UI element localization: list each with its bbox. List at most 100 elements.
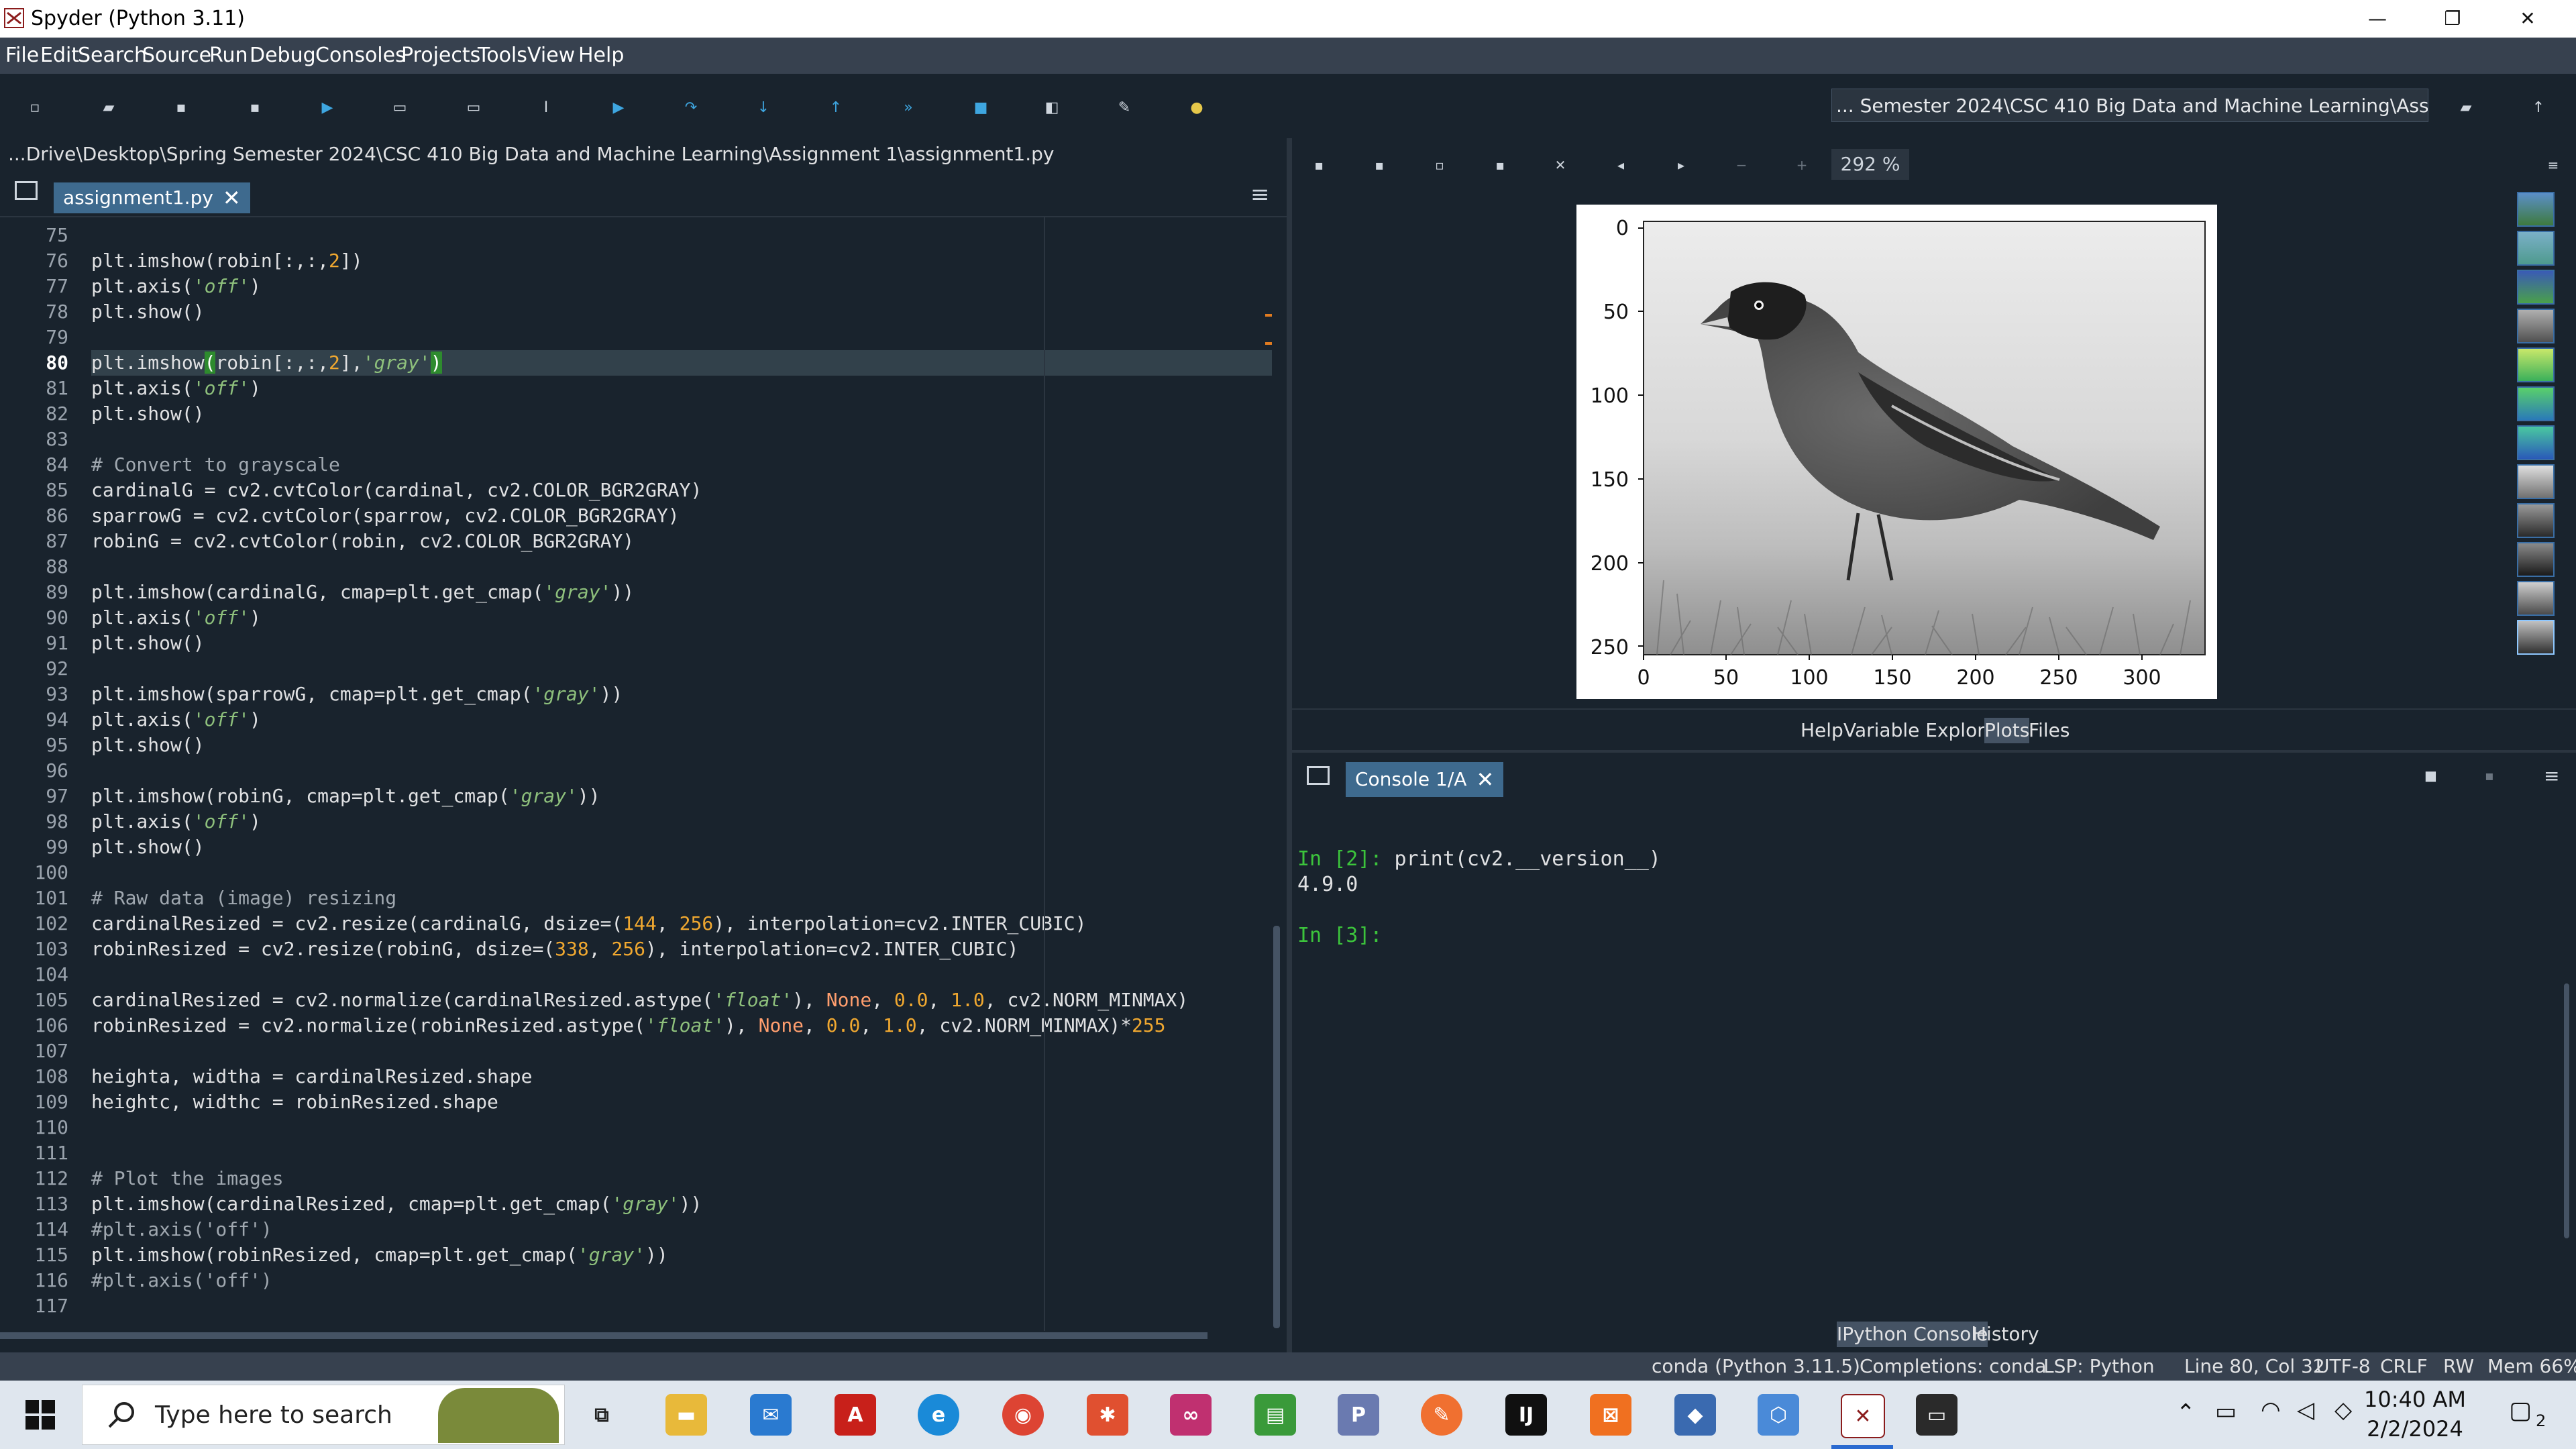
console-tab[interactable]: Console 1/A ✕ — [1346, 762, 1504, 797]
start-button[interactable] — [0, 1381, 80, 1449]
file-explorer-icon[interactable]: ▬ — [665, 1394, 707, 1436]
copy-plot-icon[interactable]: ▫ — [1430, 156, 1449, 174]
spyder-taskbar-icon[interactable]: ✕ — [1841, 1394, 1885, 1438]
editor-vertical-scrollbar[interactable] — [1273, 926, 1280, 1328]
stop-kernel-icon[interactable]: ■ — [2424, 767, 2437, 784]
ipython-console[interactable]: In [2]: print(cv2.__version__) 4.9.0 In … — [1292, 802, 2576, 1319]
code-line[interactable]: plt.show() — [91, 401, 1272, 427]
code-line[interactable]: plt.imshow(robinG, cmap=plt.get_cmap('gr… — [91, 784, 1272, 809]
run-selection-icon[interactable]: I — [533, 94, 559, 121]
preferences-wrench-icon[interactable]: ✎ — [1111, 94, 1138, 121]
code-line[interactable] — [91, 656, 1272, 682]
chrome-icon[interactable]: ◉ — [1002, 1394, 1044, 1436]
code-line[interactable] — [91, 1293, 1272, 1319]
spreadsheet-icon[interactable]: ▤ — [1254, 1394, 1296, 1436]
code-line[interactable]: cardinalG = cv2.cvtColor(cardinal, cv2.C… — [91, 478, 1272, 503]
zoom-in-icon[interactable]: + — [1792, 156, 1811, 174]
cube-app-icon[interactable]: ⬡ — [1758, 1394, 1799, 1436]
menu-help[interactable]: Help — [578, 43, 624, 68]
editor-options-menu-icon[interactable]: ≡ — [1250, 181, 1270, 208]
menu-edit[interactable]: Edit — [40, 43, 79, 68]
new-file-icon[interactable]: ▫ — [21, 94, 48, 121]
close-tab-icon[interactable]: ✕ — [223, 182, 241, 213]
code-line[interactable]: plt.show() — [91, 835, 1272, 860]
plot-thumbnail-selected[interactable] — [2517, 620, 2555, 655]
intellij-icon[interactable]: IJ — [1505, 1394, 1547, 1436]
browse-console-tabs-icon[interactable] — [1307, 766, 1330, 785]
volume-icon[interactable]: ◁ — [2297, 1397, 2314, 1424]
app-icon[interactable]: ✱ — [1087, 1394, 1128, 1436]
code-line[interactable]: plt.show() — [91, 299, 1272, 325]
plots-options-icon[interactable]: ≡ — [2544, 156, 2563, 174]
pen-app-icon[interactable]: ✎ — [1421, 1394, 1462, 1436]
plot-figure[interactable]: 0 50 100 150 200 250 0 50 100 150 200 25… — [1576, 205, 2217, 699]
code-line[interactable]: plt.imshow(cardinalResized, cmap=plt.get… — [91, 1191, 1272, 1217]
menu-view[interactable]: View — [527, 43, 575, 68]
task-view-icon[interactable]: ⧉ — [581, 1394, 623, 1436]
menu-search[interactable]: Search — [78, 43, 147, 68]
tab-ipython-console[interactable]: IPython Console — [1837, 1322, 1988, 1347]
run-icon[interactable]: ▶ — [314, 94, 341, 121]
editor-tab-assignment1[interactable]: assignment1.py ✕ — [54, 182, 250, 213]
code-line[interactable]: plt.axis('off') — [91, 376, 1272, 401]
close-button[interactable]: ✕ — [2490, 0, 2565, 38]
code-line[interactable]: cardinalResized = cv2.resize(cardinalG, … — [91, 911, 1272, 936]
restore-button[interactable]: ❐ — [2415, 0, 2490, 38]
dropbox-icon[interactable]: ◇ — [2334, 1397, 2352, 1424]
stop-debug-icon[interactable]: ■ — [967, 94, 994, 121]
step-icon[interactable]: ↷ — [678, 94, 704, 121]
pane-splitter[interactable] — [1287, 138, 1292, 1352]
menu-debug[interactable]: Debug — [250, 43, 316, 68]
taskbar-search-box[interactable]: Type here to search — [82, 1385, 565, 1445]
open-file-icon[interactable]: ▰ — [95, 94, 122, 121]
save-all-icon[interactable]: ▪ — [241, 94, 268, 121]
menu-projects[interactable]: Projects — [401, 43, 480, 68]
acrobat-icon[interactable]: A — [835, 1394, 876, 1436]
code-line[interactable]: plt.imshow(sparrowG, cmap=plt.get_cmap('… — [91, 682, 1272, 707]
menu-tools[interactable]: Tools — [478, 43, 527, 68]
code-line[interactable] — [91, 554, 1272, 580]
code-line[interactable]: heightc, widthc = robinResized.shape — [91, 1089, 1272, 1115]
code-line[interactable] — [91, 758, 1272, 784]
minimize-button[interactable]: — — [2340, 0, 2415, 38]
terminal-icon[interactable]: ▭ — [1916, 1394, 1957, 1436]
working-directory-combobox[interactable]: ... Semester 2024\CSC 410 Big Data and M… — [1831, 89, 2428, 122]
next-plot-icon[interactable]: ▸ — [1672, 156, 1690, 174]
taskbar-clock[interactable]: 10:40 AM 2/2/2024 — [2361, 1385, 2469, 1444]
close-console-tab-icon[interactable]: ✕ — [1476, 762, 1494, 797]
interrupt-kernel-icon[interactable]: ▪ — [2485, 767, 2494, 784]
menu-file[interactable]: File — [5, 43, 39, 68]
save-plot-icon[interactable]: ▪ — [1309, 156, 1328, 174]
xampp-icon[interactable]: ⊠ — [1590, 1394, 1631, 1436]
code-line[interactable]: cardinalResized = cv2.normalize(cardinal… — [91, 987, 1272, 1013]
code-line[interactable]: plt.axis('off') — [91, 809, 1272, 835]
browse-directory-icon[interactable]: ▰ — [2453, 94, 2479, 121]
code-line[interactable]: robinResized = cv2.normalize(robinResize… — [91, 1013, 1272, 1038]
code-line[interactable]: plt.show() — [91, 733, 1272, 758]
code-line[interactable] — [91, 325, 1272, 350]
run-cell-icon[interactable]: ▭ — [386, 94, 413, 121]
debug-icon[interactable]: ▶ — [605, 94, 632, 121]
code-line[interactable] — [91, 1038, 1272, 1064]
code-line[interactable]: plt.axis('off') — [91, 707, 1272, 733]
remove-plot-icon[interactable]: ▪ — [1491, 156, 1509, 174]
code-line[interactable]: # Convert to grayscale — [91, 452, 1272, 478]
python-file-icon[interactable]: P — [1338, 1394, 1379, 1436]
code-line[interactable] — [91, 223, 1272, 248]
plot-thumbnail[interactable] — [2517, 231, 2555, 266]
code-line[interactable] — [91, 860, 1272, 885]
maximize-pane-icon[interactable]: ◧ — [1038, 94, 1065, 121]
plot-thumbnail[interactable] — [2517, 347, 2555, 382]
code-line[interactable] — [91, 427, 1272, 452]
code-line[interactable]: #plt.axis('off') — [91, 1268, 1272, 1293]
previous-plot-icon[interactable]: ◂ — [1611, 156, 1630, 174]
code-line[interactable] — [91, 962, 1272, 987]
console-scrollbar[interactable] — [2564, 983, 2569, 1238]
code-line[interactable]: # Raw data (image) resizing — [91, 885, 1272, 911]
code-line[interactable] — [91, 1140, 1272, 1166]
code-line[interactable]: #plt.axis('off') — [91, 1217, 1272, 1242]
plot-thumbnail[interactable] — [2517, 192, 2555, 227]
step-into-icon[interactable]: ↓ — [750, 94, 777, 121]
run-cell-advance-icon[interactable]: ▭ — [460, 94, 487, 121]
zoom-out-icon[interactable]: − — [1732, 156, 1751, 174]
